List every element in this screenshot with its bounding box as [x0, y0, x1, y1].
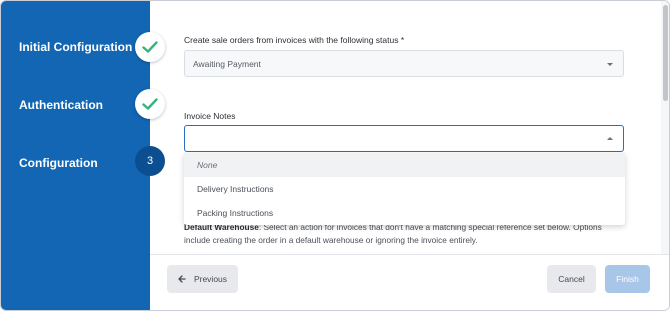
- previous-button[interactable]: Previous: [167, 265, 238, 293]
- wizard-window: Initial Configuration Authentication Con…: [0, 0, 670, 311]
- step-authentication-label[interactable]: Authentication: [19, 98, 103, 112]
- scrollbar-thumb[interactable]: [663, 5, 668, 101]
- required-marker: *: [400, 35, 405, 45]
- invoice-notes-select[interactable]: [184, 125, 624, 152]
- cancel-button[interactable]: Cancel: [547, 265, 596, 293]
- step-initial-configuration-label[interactable]: Initial Configuration: [19, 40, 132, 54]
- finish-button[interactable]: Finish: [605, 265, 650, 293]
- chevron-down-icon: [607, 62, 613, 66]
- option-none[interactable]: None: [184, 153, 625, 177]
- step-configuration-label[interactable]: Configuration: [19, 156, 98, 170]
- invoice-notes-label: Invoice Notes: [184, 111, 236, 121]
- previous-button-label: Previous: [193, 274, 228, 284]
- status-field-label: Create sale orders from invoices with th…: [184, 35, 404, 45]
- option-packing-instructions[interactable]: Packing Instructions: [184, 201, 625, 225]
- chevron-up-icon: [607, 136, 613, 140]
- status-select[interactable]: Awaiting Payment: [184, 50, 624, 77]
- arrow-left-icon: [178, 275, 186, 283]
- status-label-text: Create sale orders from invoices with th…: [184, 35, 399, 45]
- status-select-value: Awaiting Payment: [193, 58, 261, 69]
- invoice-notes-dropdown: None Delivery Instructions Packing Instr…: [184, 153, 625, 225]
- option-delivery-instructions[interactable]: Delivery Instructions: [184, 177, 625, 201]
